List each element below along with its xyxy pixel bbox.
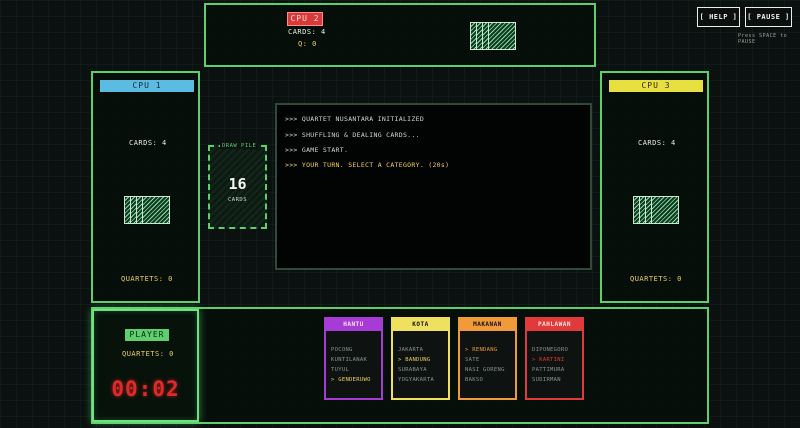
category-title: KOTA [393, 319, 448, 331]
category-card-hantu[interactable]: HANTU POCONG KUNTILANAK TUYUL > GENDERUW… [324, 317, 383, 400]
player-quartets-count: QUARTETS: 0 [122, 350, 174, 358]
pause-button[interactable]: [ PAUSE ] [745, 7, 792, 27]
turn-timer: 00:02 [111, 377, 180, 401]
player-panel: PLAYER QUARTETS: 0 00:02 [92, 309, 199, 422]
log-line: >>> QUARTET NUSANTARA INITIALIZED [285, 115, 425, 123]
cpu1-panel: CPU 1 CARDS: 4 QUARTETS: 0 [91, 71, 200, 303]
player-name-tag: PLAYER [125, 329, 169, 341]
category-item: JAKARTA [398, 347, 424, 353]
cpu3-name-tag: CPU 3 [609, 80, 703, 92]
category-item: BAKSO [465, 377, 484, 383]
category-card-pahlawan[interactable]: PAHLAWAN DIPONEGORO > KARTINI PATTIMURA … [525, 317, 584, 400]
category-item: DIPONEGORO [532, 347, 569, 353]
cpu2-quartets-count: Q: 0 [298, 40, 317, 48]
cpu1-quartets-count: QUARTETS: 0 [121, 275, 173, 283]
help-button[interactable]: [ HELP ] [697, 7, 740, 27]
category-card-makanan[interactable]: MAKANAN > RENDANG SATE NASI GORENG BAKSO [458, 317, 517, 400]
cpu2-name-tag: CPU 2 [287, 12, 323, 26]
cpu1-name-tag: CPU 1 [100, 80, 194, 92]
cpu2-panel: CPU 2 CARDS: 4 Q: 0 [204, 3, 596, 67]
log-line: >>> SHUFFLING & DEALING CARDS... [285, 131, 420, 139]
category-title: PAHLAWAN [527, 319, 582, 331]
log-line: >>> GAME START. [285, 146, 349, 154]
cpu1-cards-count: CARDS: 4 [129, 139, 167, 147]
cpu3-panel: CPU 3 CARDS: 4 QUARTETS: 0 [600, 71, 709, 303]
category-item: NASI GORENG [465, 367, 505, 373]
category-item: KUNTILANAK [331, 357, 368, 363]
category-item-owned: > KARTINI [532, 357, 565, 363]
draw-pile-label: DRAW PILE [220, 143, 259, 149]
draw-pile-count: 16 [228, 175, 247, 193]
cpu3-card-stack [633, 196, 679, 224]
category-item-owned: > BANDUNG [398, 357, 431, 363]
category-item: PATTIMURA [532, 367, 565, 373]
cpu3-quartets-count: QUARTETS: 0 [630, 275, 682, 283]
category-title: HANTU [326, 319, 381, 331]
draw-pile-unit: CARDS [227, 197, 248, 203]
game-log: >>> QUARTET NUSANTARA INITIALIZED >>> SH… [275, 103, 592, 270]
cpu1-card-stack [124, 196, 170, 224]
category-item: YOGYAKARTA [398, 377, 435, 383]
category-item-owned: > RENDANG [465, 347, 498, 353]
category-item: SUDIRMAN [532, 377, 561, 383]
category-item: SATE [465, 357, 480, 363]
category-item: SURABAYA [398, 367, 427, 373]
category-item: TUYUL [331, 367, 350, 373]
pause-hint: Press SPACE to PAUSE [738, 33, 788, 45]
log-line-active: >>> YOUR TURN. SELECT A CATEGORY. (20s) [285, 161, 450, 169]
category-card-kota[interactable]: KOTA JAKARTA > BANDUNG SURABAYA YOGYAKAR… [391, 317, 450, 400]
category-item-owned: > GENDERUWO [331, 377, 371, 383]
cpu2-cards-count: CARDS: 4 [288, 28, 326, 36]
cpu2-card-stack [470, 22, 516, 50]
category-item: POCONG [331, 347, 353, 353]
draw-pile[interactable]: DRAW PILE 16 CARDS [208, 143, 267, 229]
category-title: MAKANAN [460, 319, 515, 331]
cpu3-cards-count: CARDS: 4 [638, 139, 676, 147]
